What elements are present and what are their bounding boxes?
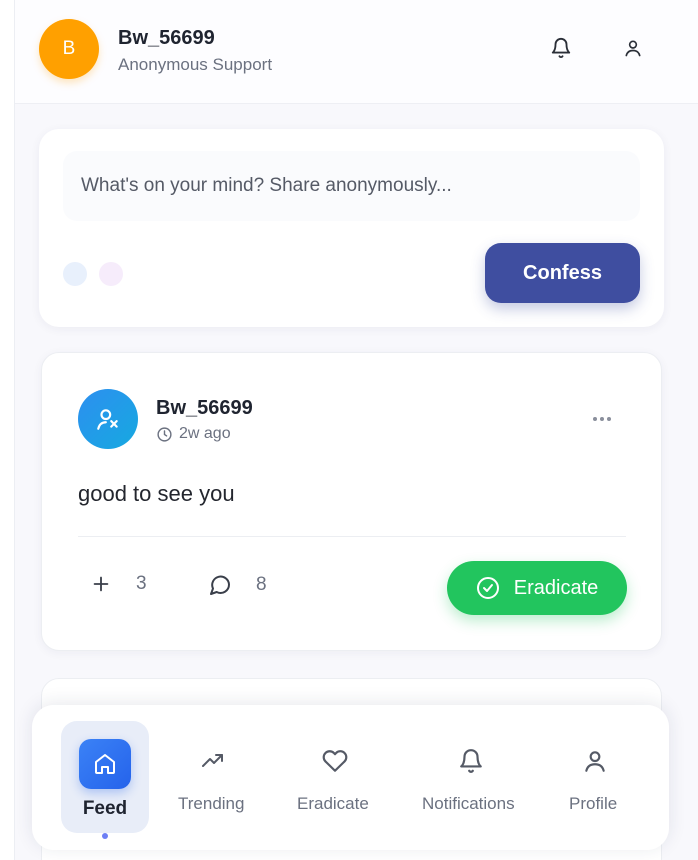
nav-trending-label: Trending <box>178 794 245 813</box>
bell-icon[interactable] <box>543 30 579 66</box>
confess-button[interactable]: Confess <box>485 243 640 303</box>
decor-dot-purple <box>99 262 123 286</box>
comment-action[interactable]: 8 <box>208 573 267 597</box>
comment-count: 8 <box>256 574 267 595</box>
header-subtitle: Anonymous Support <box>118 55 273 74</box>
active-indicator-dot <box>102 833 108 839</box>
compose-card: Confess <box>39 129 664 327</box>
header: B Bw_56699 Anonymous Support <box>15 0 698 104</box>
post-avatar[interactable] <box>78 389 138 449</box>
user-icon <box>580 746 610 776</box>
decor-dot-blue <box>63 262 87 286</box>
plus-icon <box>93 576 109 592</box>
post-time: 2w ago <box>156 425 231 443</box>
eradicate-button[interactable]: Eradicate <box>447 561 627 615</box>
support-action[interactable]: 3 <box>90 573 147 595</box>
post-card: Bw_56699 2w ago good to see you 3 8 Erad… <box>41 352 662 651</box>
confession-input[interactable] <box>63 151 640 221</box>
nav-notifications-label: Notifications <box>422 794 515 813</box>
check-circle-icon <box>476 577 499 599</box>
nav-notifications[interactable]: Notifications <box>418 705 524 850</box>
nav-eradicate-label: Eradicate <box>297 794 369 813</box>
nav-trending[interactable]: Trending <box>168 705 258 850</box>
nav-feed-label: Feed <box>82 798 128 819</box>
comment-icon <box>210 575 231 595</box>
home-icon <box>79 739 131 789</box>
post-divider <box>78 536 626 537</box>
clock-icon <box>157 426 172 442</box>
post-text: good to see you <box>78 481 235 506</box>
anonymous-user-icon <box>97 409 118 430</box>
nav-eradicate[interactable]: Eradicate <box>290 705 382 850</box>
support-count: 3 <box>136 573 147 594</box>
more-options-icon[interactable] <box>590 407 614 431</box>
bell-icon <box>456 746 486 776</box>
nav-profile[interactable]: Profile <box>562 705 628 850</box>
eradicate-label: Eradicate <box>513 576 599 599</box>
heart-icon <box>320 746 350 776</box>
user-icon[interactable] <box>615 30 651 66</box>
nav-profile-label: Profile <box>569 794 618 813</box>
post-time-text: 2w ago <box>179 425 231 442</box>
trending-up-icon <box>198 746 228 776</box>
user-avatar[interactable]: B <box>39 19 99 79</box>
header-username: Bw_56699 <box>118 27 215 49</box>
bottom-nav: Feed Trending Eradicate Notifications Pr… <box>32 705 669 850</box>
post-author: Bw_56699 <box>156 397 253 419</box>
